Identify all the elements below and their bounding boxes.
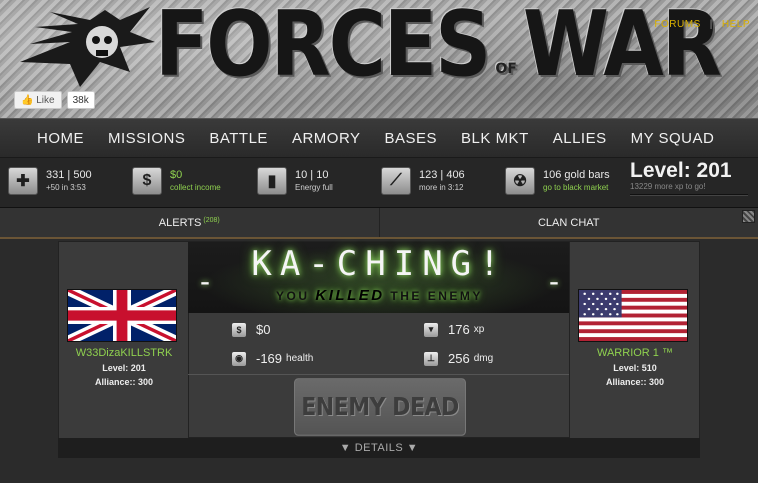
health-plus-icon: ✚ (8, 167, 38, 195)
uk-flag-icon (67, 289, 177, 342)
stat-cash-value: $0 (170, 169, 183, 181)
kaching-headline: KA-CHING! (251, 244, 508, 284)
stat-ammo[interactable]: ⟋ 123 | 406 more in 3:12 (381, 167, 465, 195)
main-nav: HOME MISSIONS BATTLE ARMORY BASES BLK MK… (0, 118, 758, 158)
dollar-icon: $ (132, 167, 162, 195)
logo-word-war: WAR (522, 0, 722, 97)
top-links: FORUMS | HELP (654, 19, 750, 30)
alerts-count-badge: (208) (203, 217, 220, 224)
level-display: Level: 201 13229 more xp to go! (630, 160, 750, 196)
nav-my-squad[interactable]: MY SQUAD (631, 130, 715, 147)
nav-battle[interactable]: BATTLE (209, 130, 268, 147)
like-count: 38k (66, 91, 95, 109)
xp-remaining: 13229 more xp to go! (630, 182, 706, 191)
details-toggle[interactable]: ▼ DETAILS ▼ (58, 438, 700, 458)
enemy-dead-button[interactable]: ENEMY DEAD (294, 378, 466, 436)
result-damage-value: 256 (448, 351, 470, 366)
stat-health-sub: +50 in 3:53 (46, 183, 86, 192)
battle-center: - KA-CHING! - YOU KILLED THE ENEMY $ $0 … (188, 242, 571, 439)
result-xp-value: 176 (448, 322, 470, 337)
ammo-icon: ⟋ (381, 167, 411, 195)
stat-energy[interactable]: ▮ 10 | 10 Energy full (257, 167, 333, 195)
link-separator: | (709, 19, 713, 30)
nav-blk-mkt[interactable]: BLK MKT (461, 130, 529, 147)
right-player-level: Level: 510 (613, 363, 657, 373)
subline-the-enemy: THE ENEMY (390, 289, 483, 303)
result-damage-unit: dmg (473, 353, 494, 364)
site-logo[interactable]: FORCES OF WAR (155, 0, 722, 90)
battle-result-area: W33DizaKILLSTRK Level: 201 Alliance:: 30… (0, 241, 758, 483)
us-flag-icon (578, 289, 688, 342)
result-health-unit: health (286, 353, 314, 364)
like-label: Like (36, 95, 55, 106)
stat-gold[interactable]: ☢ 106 gold bars go to black market (505, 167, 610, 195)
stat-health[interactable]: ✚ 331 | 500 +50 in 3:53 (8, 167, 92, 195)
stat-ammo-value: 123 | 406 (419, 169, 465, 181)
facebook-like: 👍 Like 38k (14, 91, 95, 109)
damage-icon: ⊥ (424, 351, 438, 366)
black-market-link[interactable]: go to black market (543, 182, 610, 193)
resize-handle-icon[interactable] (742, 210, 755, 223)
stat-health-value: 331 | 500 (46, 169, 92, 181)
kaching-banner: - KA-CHING! - YOU KILLED THE ENEMY (188, 242, 571, 313)
stat-ammo-sub: more in 3:12 (419, 183, 464, 192)
nav-missions[interactable]: MISSIONS (108, 130, 185, 147)
alerts-label: ALERTS (158, 217, 202, 229)
killed-subline: YOU KILLED THE ENEMY (188, 287, 571, 304)
logo-word-forces: FORCES (155, 0, 491, 97)
tab-clan-chat[interactable]: CLAN CHAT (378, 208, 758, 237)
like-button[interactable]: 👍 Like (14, 91, 62, 109)
dollar-icon: $ (232, 322, 246, 337)
clan-chat-label: CLAN CHAT (537, 217, 600, 229)
xp-progress-bar (630, 194, 748, 196)
nav-armory[interactable]: ARMORY (292, 130, 361, 147)
health-icon: ◉ (232, 351, 246, 366)
thumb-icon: 👍 (21, 95, 34, 106)
alerts-chat-tabs: ALERTS (208) CLAN CHAT (0, 208, 758, 239)
result-cash: $ $0 (232, 322, 270, 337)
result-xp-unit: xp (473, 324, 485, 335)
xp-icon: ▾ (424, 322, 438, 337)
result-divider (188, 374, 571, 375)
forums-link[interactable]: FORUMS (654, 19, 700, 30)
left-player-alliance: Alliance:: 300 (94, 377, 154, 387)
stat-energy-value: 10 | 10 (295, 169, 329, 181)
collect-income-link[interactable]: collect income (170, 182, 221, 193)
energy-icon: ▮ (257, 167, 287, 195)
nav-bases[interactable]: BASES (385, 130, 438, 147)
result-health-value: -169 (256, 351, 283, 366)
gold-icon: ☢ (505, 167, 535, 195)
site-header: FORCES OF WAR FORUMS | HELP 👍 Like 38k (0, 0, 758, 118)
nav-allies[interactable]: ALLIES (553, 130, 607, 147)
left-player-level: Level: 201 (102, 363, 146, 373)
level-title: Level: 201 (630, 159, 732, 182)
tab-alerts[interactable]: ALERTS (208) (0, 208, 379, 237)
nav-home[interactable]: HOME (37, 130, 84, 147)
subline-killed: KILLED (315, 287, 385, 304)
left-player-name[interactable]: W33DizaKILLSTRK (59, 347, 189, 359)
stat-gold-value: 106 gold bars (543, 169, 610, 181)
result-damage: ⊥ 256 dmg (424, 351, 493, 366)
logo-word-of: OF (495, 61, 517, 77)
stat-cash[interactable]: $ $0 collect income (132, 167, 221, 195)
result-cash-value: $0 (256, 322, 271, 337)
result-health: ◉ -169 health (232, 351, 313, 366)
left-player-card: W33DizaKILLSTRK Level: 201 Alliance:: 30… (59, 242, 189, 439)
skull-wings-emblem-icon (20, 7, 155, 87)
result-xp: ▾ 176 xp (424, 322, 484, 337)
battle-panel: W33DizaKILLSTRK Level: 201 Alliance:: 30… (58, 241, 700, 439)
right-player-alliance: Alliance:: 300 (605, 377, 665, 387)
subline-you: YOU (276, 289, 310, 303)
help-link[interactable]: HELP (722, 19, 750, 30)
stat-energy-sub: Energy full (295, 183, 333, 192)
right-player-card: WARRIOR 1 ™ Level: 510 Alliance:: 300 (569, 242, 699, 439)
right-player-name[interactable]: WARRIOR 1 ™ (570, 347, 700, 359)
